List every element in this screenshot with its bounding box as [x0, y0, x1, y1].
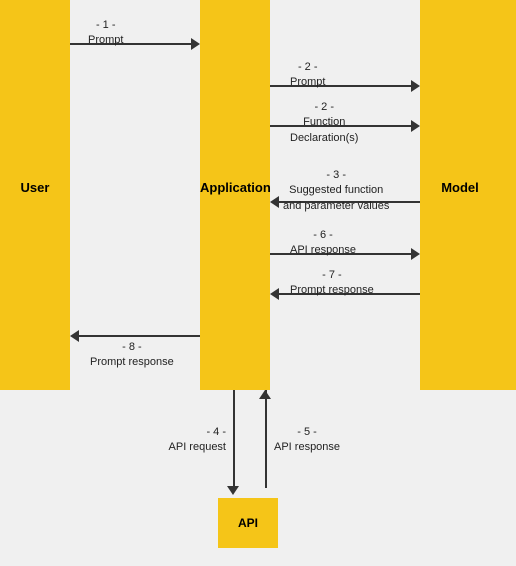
arrow-4-label: - 4 - API request [148, 425, 226, 456]
arrow-5-up [265, 390, 267, 488]
arrow-7-label: - 7 - Prompt response [290, 268, 374, 299]
arrow-6-label: - 6 - API response [290, 228, 356, 259]
api-box: API [218, 498, 278, 548]
diagram-container: User Application Model - 1 - Prompt - 2 … [0, 0, 516, 566]
col-app [200, 0, 270, 390]
arrow-4-down [233, 390, 235, 488]
col-model-bg [420, 0, 516, 390]
api-label: API [238, 516, 258, 530]
model-label: Model [420, 180, 500, 195]
arrow-2a-label: - 2 - Prompt [290, 60, 325, 91]
user-label: User [0, 180, 70, 195]
arrow-2b-label: - 2 - Function Declaration(s) [290, 100, 358, 146]
arrow-1-label: - 1 - Prompt [88, 18, 123, 49]
arrow-5-label: - 5 - API response [274, 425, 340, 456]
application-label: Application [200, 180, 270, 195]
arrow-4-head [227, 486, 239, 495]
arrow-5-head [259, 390, 271, 399]
arrow-8-label: - 8 - Prompt response [90, 340, 174, 371]
arrow-3-label: - 3 - Suggested function and parameter v… [283, 168, 389, 214]
col-user [0, 0, 70, 390]
